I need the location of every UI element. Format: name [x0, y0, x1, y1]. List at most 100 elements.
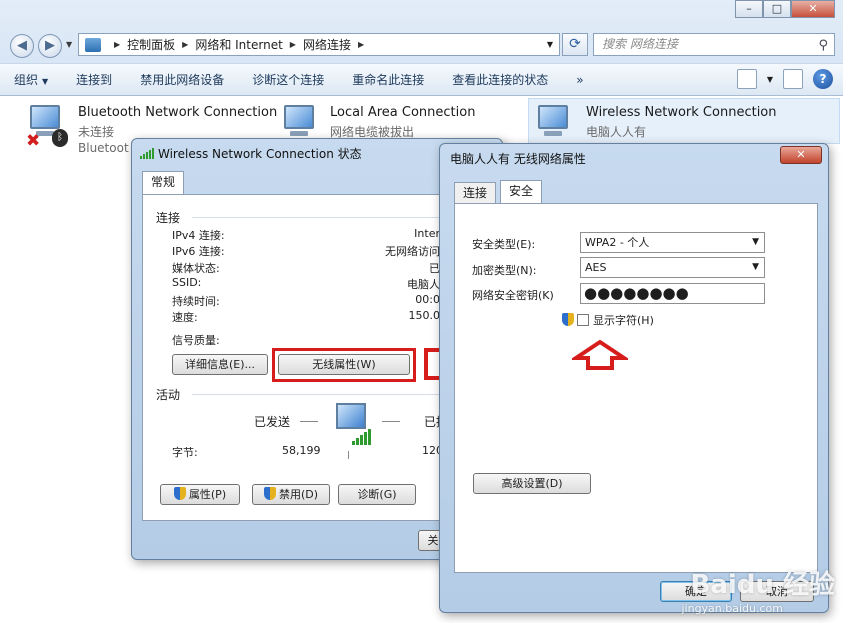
breadcrumb-separator-icon[interactable]: ▶: [114, 40, 120, 49]
network-activity-icon: [330, 401, 376, 447]
disable-device-button[interactable]: 禁用此网络设备: [126, 71, 238, 88]
speed-label: 速度:: [172, 311, 198, 324]
ipv4-value: Inter: [414, 227, 440, 240]
security-type-label: 安全类型(E):: [472, 238, 536, 251]
duration-label: 持续时间:: [172, 295, 220, 308]
speed-value: 150.0: [408, 309, 441, 322]
view-status-button[interactable]: 查看此连接的状态: [438, 71, 562, 88]
address-dropdown-icon[interactable]: ▼: [547, 40, 553, 49]
wireless-computer-icon: [534, 103, 576, 145]
help-icon[interactable]: ?: [813, 69, 833, 89]
forward-button[interactable]: ▶: [38, 34, 62, 58]
red-arrow-up-icon: [572, 340, 628, 370]
disconnected-x-icon: ✖: [26, 131, 41, 151]
highlight-box: [272, 348, 416, 382]
breadcrumb-control-panel[interactable]: 控制面板: [127, 36, 175, 53]
tab-general[interactable]: 常规: [142, 171, 185, 195]
security-type-value: WPA2 - 个人: [585, 236, 650, 249]
minimize-button[interactable]: –: [735, 0, 763, 18]
refresh-button[interactable]: ⟳: [562, 33, 588, 56]
view-options-icon[interactable]: [736, 69, 757, 89]
details-button[interactable]: 详细信息(E)...: [172, 354, 268, 375]
security-key-input[interactable]: ●●●●●●●●: [580, 283, 765, 304]
disable-label: 禁用(D): [278, 488, 319, 501]
diagnose-dialog-button[interactable]: 诊断(G): [338, 484, 416, 505]
connection-status: 电脑人人有: [586, 125, 647, 139]
network-computer-icon: ✖ ᛒ: [26, 103, 68, 151]
bluetooth-icon: ᛒ: [52, 129, 68, 147]
chevron-down-icon: ▼: [752, 237, 759, 247]
properties-button[interactable]: 属性(P): [160, 484, 240, 505]
connection-device: Bluetoot: [78, 141, 129, 155]
tab-security[interactable]: 安全: [500, 180, 543, 204]
signal-strength-icon: [140, 148, 154, 159]
encryption-type-select[interactable]: AES ▼: [580, 257, 765, 278]
window-controls: – □ ✕: [735, 0, 835, 18]
wireless-properties-dialog: 电脑人人有 无线网络属性 ✕ 连接 安全 安全类型(E): WPA2 - 个人 ▼…: [439, 143, 829, 613]
preview-pane-icon[interactable]: [783, 69, 803, 89]
back-arrow-icon: ◀: [17, 38, 27, 53]
breadcrumb-separator-icon[interactable]: ▶: [290, 40, 296, 49]
connection-section-label: 连接: [156, 211, 181, 225]
show-characters-checkbox[interactable]: [577, 314, 589, 326]
breadcrumb-separator-icon[interactable]: ▶: [358, 40, 364, 49]
security-type-select[interactable]: WPA2 - 个人 ▼: [580, 232, 765, 253]
connection-status: 未连接: [78, 125, 115, 139]
status-dialog-title: Wireless Network Connection 状态: [158, 147, 362, 161]
bytes-sent-value: 58,199: [282, 444, 321, 457]
connection-title: Local Area Connection: [330, 105, 476, 120]
uac-shield-icon: [173, 487, 186, 500]
properties-label: 属性(P): [188, 488, 227, 501]
close-button[interactable]: ✕: [791, 0, 835, 18]
activity-divider: [348, 451, 349, 459]
received-line: [382, 421, 400, 422]
view-dropdown-icon[interactable]: ▼: [767, 75, 773, 84]
rename-button[interactable]: 重命名此连接: [338, 71, 438, 88]
connection-title: Wireless Network Connection: [586, 105, 777, 120]
ssid-value: 电脑人: [407, 278, 440, 291]
forward-arrow-icon: ▶: [45, 38, 55, 53]
organize-menu[interactable]: 组织 ▼: [0, 71, 62, 88]
ipv4-label: IPv4 连接:: [172, 229, 225, 242]
tab-connection[interactable]: 连接: [454, 182, 497, 204]
ipv6-label: IPv6 连接:: [172, 245, 225, 258]
disable-button[interactable]: 禁用(D): [252, 484, 330, 505]
more-commands-button[interactable]: »: [562, 73, 597, 87]
control-panel-icon: [85, 37, 101, 52]
encryption-type-value: AES: [585, 261, 607, 274]
breadcrumb-network-connections[interactable]: 网络连接: [303, 36, 351, 53]
connection-title: Bluetooth Network Connection: [78, 105, 278, 120]
address-bar[interactable]: ▶ 控制面板 ▶ 网络和 Internet ▶ 网络连接 ▶ ▼: [78, 33, 560, 56]
maximize-button[interactable]: □: [763, 0, 791, 18]
sent-label: 已发送: [254, 415, 291, 429]
search-icon[interactable]: ⚲: [818, 35, 828, 56]
history-dropdown-icon[interactable]: ▼: [66, 40, 72, 49]
duration-value: 00:0: [415, 293, 440, 306]
encryption-type-label: 加密类型(N):: [472, 264, 537, 277]
chevron-down-icon: ▼: [752, 262, 759, 272]
advanced-settings-button[interactable]: 高级设置(D): [473, 473, 591, 494]
properties-close-button[interactable]: ✕: [780, 146, 822, 164]
security-key-label: 网络安全密钥(K): [472, 289, 554, 302]
ssid-label: SSID:: [172, 276, 202, 289]
baidu-watermark-logo: Baidu 经验: [690, 570, 835, 600]
refresh-icon: ⟳: [569, 36, 581, 52]
activity-section-label: 活动: [156, 388, 181, 402]
media-state-label: 媒体状态:: [172, 262, 220, 275]
uac-shield-icon: [263, 487, 276, 500]
search-placeholder: 搜索 网络连接: [602, 37, 678, 51]
ipv6-value: 无网络访问: [385, 245, 440, 258]
uac-shield-icon: [562, 313, 574, 326]
connect-to-button[interactable]: 连接到: [62, 71, 126, 88]
diagnose-button[interactable]: 诊断这个连接: [238, 71, 338, 88]
show-characters-label: 显示字符(H): [593, 314, 654, 327]
search-input[interactable]: 搜索 网络连接 ⚲: [593, 33, 835, 56]
show-characters-row[interactable]: 显示字符(H): [562, 312, 654, 328]
organize-label: 组织: [14, 73, 39, 87]
back-button[interactable]: ◀: [10, 34, 34, 58]
breadcrumb-network-internet[interactable]: 网络和 Internet: [195, 36, 282, 53]
command-bar: 组织 ▼ 连接到 禁用此网络设备 诊断这个连接 重命名此连接 查看此连接的状态 »…: [0, 63, 843, 96]
bytes-label: 字节:: [172, 446, 198, 459]
properties-dialog-title: 电脑人人有 无线网络属性: [450, 152, 586, 166]
breadcrumb-separator-icon[interactable]: ▶: [182, 40, 188, 49]
